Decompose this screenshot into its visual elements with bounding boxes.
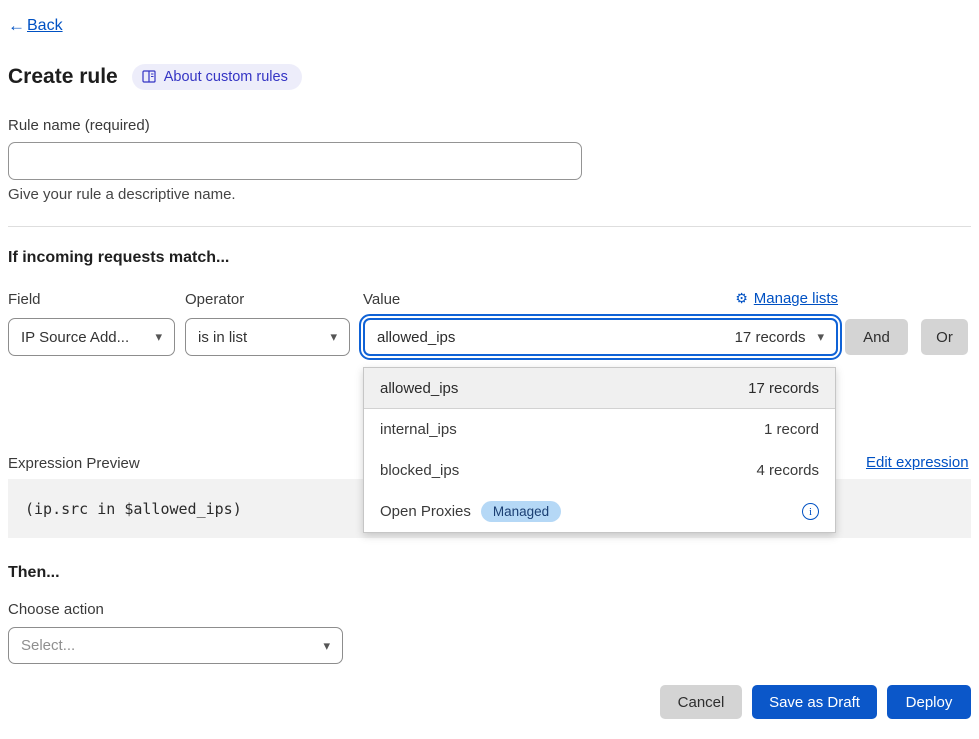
back-link-label[interactable]: Back — [27, 17, 63, 35]
chevron-down-icon: ▾ — [323, 638, 330, 654]
action-select[interactable]: Select... ▾ — [8, 627, 343, 664]
page-title: Create rule — [8, 65, 118, 89]
list-item-blocked-ips[interactable]: blocked_ips 4 records — [364, 450, 835, 491]
field-label: Field — [8, 291, 41, 308]
action-select-placeholder: Select... — [21, 637, 75, 654]
and-button[interactable]: And — [845, 319, 908, 355]
list-item-open-proxies[interactable]: Open Proxies Managed i — [364, 491, 835, 532]
expression-preview-label: Expression Preview — [8, 455, 140, 472]
expression-code-text: (ip.src in $allowed_ips) — [25, 500, 242, 518]
list-item-internal-ips[interactable]: internal_ips 1 record — [364, 409, 835, 450]
back-link[interactable]: ← Back — [8, 16, 63, 36]
list-item-name: blocked_ips — [380, 462, 459, 479]
value-select-count: 17 records — [735, 329, 806, 346]
list-item-allowed-ips[interactable]: allowed_ips 17 records — [364, 368, 835, 409]
edit-expression-link[interactable]: Edit expression — [866, 454, 969, 471]
field-select-value: IP Source Add... — [21, 329, 129, 346]
list-item-name: Open Proxies — [380, 503, 471, 520]
operator-label: Operator — [185, 291, 244, 308]
section-divider — [8, 226, 971, 227]
book-icon — [142, 70, 157, 84]
value-select[interactable]: allowed_ips 17 records ▾ — [363, 318, 838, 356]
value-select-name: allowed_ips — [377, 329, 455, 346]
operator-select-value: is in list — [198, 329, 247, 346]
title-row: Create rule About custom rules — [8, 64, 302, 90]
chevron-down-icon: ▾ — [817, 329, 824, 345]
manage-lists-link[interactable]: ⚙ Manage lists — [600, 290, 838, 307]
deploy-button[interactable]: Deploy — [887, 685, 971, 719]
manage-lists-label[interactable]: Manage lists — [754, 290, 838, 307]
managed-badge: Managed — [481, 501, 561, 522]
field-select[interactable]: IP Source Add... ▾ — [8, 318, 175, 356]
chevron-down-icon: ▾ — [155, 329, 162, 345]
list-item-name: allowed_ips — [380, 380, 458, 397]
list-item-count: 17 records — [748, 380, 819, 397]
rule-name-helper: Give your rule a descriptive name. — [8, 186, 236, 203]
info-icon[interactable]: i — [802, 503, 819, 520]
about-custom-rules-link[interactable]: About custom rules — [132, 64, 302, 90]
save-as-draft-button[interactable]: Save as Draft — [752, 685, 877, 719]
rule-name-input[interactable] — [8, 142, 582, 180]
list-item-name: internal_ips — [380, 421, 457, 438]
list-item-count: 4 records — [756, 462, 819, 479]
rule-name-label: Rule name (required) — [8, 117, 150, 134]
operator-select[interactable]: is in list ▾ — [185, 318, 350, 356]
gear-icon: ⚙ — [735, 291, 748, 307]
back-arrow-icon: ← — [8, 16, 25, 36]
about-custom-rules-label: About custom rules — [164, 69, 288, 85]
match-section-heading: If incoming requests match... — [8, 249, 229, 267]
list-item-count: 1 record — [764, 421, 819, 438]
list-dropdown-panel: allowed_ips 17 records internal_ips 1 re… — [363, 367, 836, 533]
or-button[interactable]: Or — [921, 319, 968, 355]
chevron-down-icon: ▾ — [330, 329, 337, 345]
value-label: Value — [363, 291, 400, 308]
then-heading: Then... — [8, 564, 60, 582]
cancel-button[interactable]: Cancel — [660, 685, 742, 719]
choose-action-label: Choose action — [8, 601, 104, 618]
